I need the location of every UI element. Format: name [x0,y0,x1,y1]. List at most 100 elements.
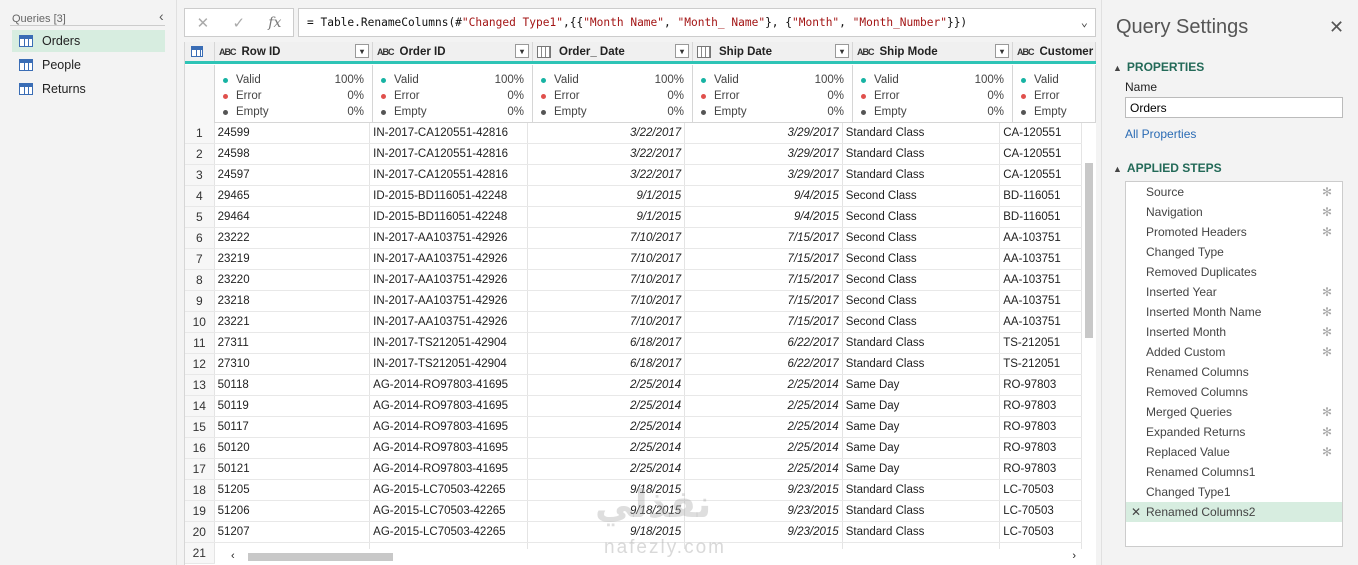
table-cell[interactable]: 2/25/2014 [685,396,843,416]
row-number[interactable]: 11 [185,333,215,353]
table-cell[interactable]: 6/22/2017 [685,354,843,374]
table-cell[interactable]: Standard Class [843,354,1001,374]
chevron-left-icon[interactable]: ‹ [231,550,235,562]
table-cell[interactable]: BD-116051 [1000,207,1082,227]
applied-step[interactable]: Inserted Month Name ✻ [1126,302,1342,322]
table-cell[interactable]: ID-2015-BD116051-42248 [370,207,528,227]
table-cell[interactable]: 7/15/2017 [685,270,843,290]
table-cell[interactable]: 7/15/2017 [685,291,843,311]
table-cell[interactable]: CA-120551 [1000,144,1082,164]
table-cell[interactable]: AG-2014-RO97803-41695 [370,396,528,416]
row-number[interactable]: 5 [185,207,215,227]
applied-step[interactable]: Renamed Columns [1126,362,1342,382]
chevron-left-icon[interactable]: ‹ [159,8,164,24]
table-cell[interactable]: 51207 [215,522,371,542]
row-number[interactable]: 17 [185,459,215,479]
table-cell[interactable]: 50120 [215,438,371,458]
gear-icon[interactable]: ✻ [1322,202,1332,222]
table-cell[interactable]: Same Day [843,438,1001,458]
table-cell[interactable]: AG-2015-LC70503-42265 [370,501,528,521]
table-cell[interactable]: 3/29/2017 [685,123,843,143]
column-header[interactable]: Order_ Date ▾ [533,42,693,61]
table-cell[interactable]: Second Class [843,312,1001,332]
row-number[interactable]: 18 [185,480,215,500]
table-cell[interactable]: AG-2015-LC70503-42265 [370,480,528,500]
row-number[interactable]: 14 [185,396,215,416]
applied-step[interactable]: Source ✻ [1126,182,1342,202]
table-cell[interactable]: Standard Class [843,522,1001,542]
applied-step[interactable]: Renamed Columns1 [1126,462,1342,482]
table-cell[interactable]: AG-2014-RO97803-41695 [370,438,528,458]
table-cell[interactable]: 2/25/2014 [528,459,686,479]
table-cell[interactable]: IN-2017-CA120551-42816 [370,144,528,164]
table-cell[interactable]: AA-103751 [1000,249,1082,269]
table-cell[interactable]: RO-97803 [1000,459,1082,479]
filter-dropdown-icon[interactable]: ▾ [355,44,369,58]
table-cell[interactable]: 51206 [215,501,371,521]
table-cell[interactable]: LC-70503 [1000,522,1082,542]
query-item[interactable]: Orders [12,30,165,52]
table-cell[interactable]: Second Class [843,228,1001,248]
table-cell[interactable]: 7/10/2017 [528,228,686,248]
table-cell[interactable]: 7/15/2017 [685,228,843,248]
all-properties-link[interactable]: All Properties [1125,127,1196,141]
table-cell[interactable]: 23222 [215,228,371,248]
applied-steps-header[interactable]: ▲ APPLIED STEPS [1113,161,1222,175]
fx-icon[interactable]: fx [268,15,281,31]
column-header[interactable]: ABC Row ID ▾ [215,42,373,61]
text-type-icon[interactable]: ABC [857,47,874,57]
table-cell[interactable]: Standard Class [843,333,1001,353]
table-cell[interactable]: 2/25/2014 [685,438,843,458]
table-cell[interactable]: 9/1/2015 [528,186,686,206]
gear-icon[interactable]: ✻ [1322,422,1332,442]
table-cell[interactable]: 23219 [215,249,371,269]
table-cell[interactable]: 9/1/2015 [528,207,686,227]
table-cell[interactable]: IN-2017-CA120551-42816 [370,165,528,185]
gear-icon[interactable]: ✻ [1322,342,1332,362]
column-header[interactable]: ABC Customer ID [1013,42,1096,61]
table-cell[interactable]: 9/4/2015 [685,186,843,206]
applied-step[interactable]: Merged Queries ✻ [1126,402,1342,422]
table-cell[interactable]: AA-103751 [1000,228,1082,248]
table-cell[interactable]: IN-2017-AA103751-42926 [370,270,528,290]
table-cell[interactable]: 3/22/2017 [528,165,686,185]
table-cell[interactable]: 7/10/2017 [528,291,686,311]
table-cell[interactable]: AA-103751 [1000,312,1082,332]
table-cell[interactable]: 2/25/2014 [685,375,843,395]
table-cell[interactable]: AA-103751 [1000,291,1082,311]
table-cell[interactable]: 50121 [215,459,371,479]
table-cell[interactable]: Same Day [843,375,1001,395]
row-number[interactable]: 10 [185,312,215,332]
table-cell[interactable]: Second Class [843,186,1001,206]
table-cell[interactable]: TS-212051 [1000,354,1082,374]
table-cell[interactable]: 3/22/2017 [528,144,686,164]
table-cell[interactable]: 7/10/2017 [528,249,686,269]
text-type-icon[interactable]: ABC [219,47,236,57]
row-number[interactable]: 1 [185,123,215,143]
table-cell[interactable]: Second Class [843,207,1001,227]
chevron-down-icon[interactable]: ⌄ [1081,15,1088,29]
table-cell[interactable]: 9/4/2015 [685,207,843,227]
table-cell[interactable]: 6/18/2017 [528,354,686,374]
table-cell[interactable]: Second Class [843,249,1001,269]
row-number[interactable]: 7 [185,249,215,269]
row-number[interactable]: 20 [185,522,215,542]
table-cell[interactable]: 7/15/2017 [685,312,843,332]
filter-dropdown-icon[interactable]: ▾ [515,44,529,58]
gear-icon[interactable]: ✻ [1322,302,1332,322]
filter-dropdown-icon[interactable]: ▾ [995,44,1009,58]
table-cell[interactable]: ID-2015-BD116051-42248 [370,186,528,206]
table-cell[interactable]: 27310 [215,354,371,374]
table-cell[interactable]: Standard Class [843,144,1001,164]
table-cell[interactable]: Same Day [843,396,1001,416]
gear-icon[interactable]: ✻ [1322,282,1332,302]
row-number[interactable]: 8 [185,270,215,290]
table-cell[interactable]: Standard Class [843,501,1001,521]
table-cell[interactable]: Standard Class [843,165,1001,185]
table-cell[interactable]: AG-2014-RO97803-41695 [370,375,528,395]
table-cell[interactable]: 24597 [215,165,371,185]
table-cell[interactable]: Same Day [843,459,1001,479]
table-cell[interactable]: CA-120551 [1000,123,1082,143]
table-cell[interactable]: 6/18/2017 [528,333,686,353]
applied-step[interactable]: Changed Type [1126,242,1342,262]
